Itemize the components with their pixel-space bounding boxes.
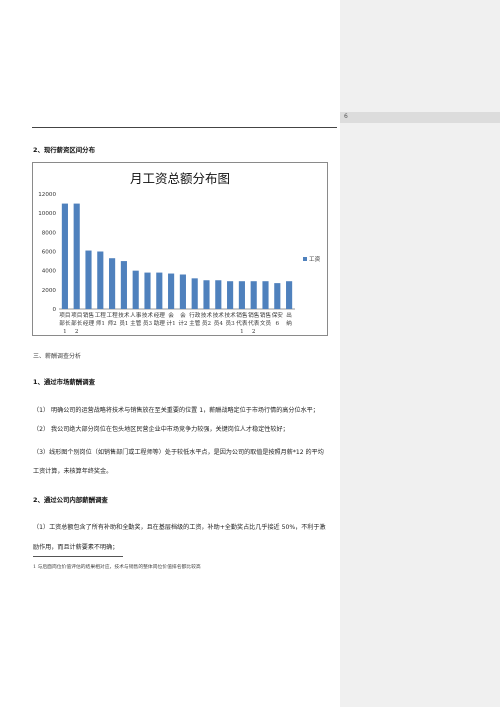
- x-tick-label: 6: [276, 321, 280, 327]
- internal-item-1: （1）工资总额包含了所有补助和全勤奖，且在基层档级的工资，补助+全勤奖占比几乎接…: [33, 524, 326, 531]
- y-tick-label: 12000: [38, 192, 56, 198]
- y-tick-label: 10000: [38, 211, 56, 217]
- bar: [73, 203, 80, 309]
- bar: [61, 203, 68, 309]
- x-tick-label: 1: [63, 329, 67, 335]
- x-tick-label: 1: [240, 329, 244, 335]
- comment-sidebar: [340, 0, 500, 707]
- x-tick-label: 师2: [108, 319, 118, 327]
- x-tick-label: 部长: [59, 319, 71, 327]
- x-tick-label: 会: [168, 311, 174, 319]
- x-tick-label: 主管: [189, 319, 201, 327]
- x-tick-label: 销售: [83, 311, 95, 319]
- y-tick-label: 0: [52, 307, 56, 313]
- x-tick-label: 工程: [95, 311, 107, 319]
- comment-marker-bar[interactable]: [340, 112, 500, 123]
- x-tick-label: 技术: [142, 311, 154, 319]
- market-item-3-continued: 工资计算，未核算年终奖金。: [33, 468, 113, 475]
- bar: [156, 272, 163, 309]
- x-tick-label: 纳: [286, 319, 292, 327]
- market-item-3: （3）线形图个别岗位（如销售部门或工程师等）处于较低水平点，是因为公司的取值是按…: [33, 449, 324, 456]
- x-tick-label: 工程: [106, 311, 118, 319]
- bar: [227, 281, 234, 309]
- monthly-salary-bar-chart: 020004000600080001000012000项目部长1项目部长2销售经…: [38, 192, 321, 335]
- x-tick-label: 部长: [71, 319, 83, 327]
- bar: [203, 280, 210, 309]
- footnote-rule: [33, 556, 123, 557]
- x-tick-label: 文员: [260, 319, 272, 327]
- section-heading-salary-distribution: 2、现行薪资区间分布: [33, 146, 95, 154]
- comment-marker-number: 6: [344, 113, 348, 120]
- document-page: 6 2、现行薪资区间分布 月工资总额分布图 0 2000 4000 6000 8000 1…: [0, 0, 500, 707]
- x-tick-label: 代表: [236, 319, 248, 327]
- bar: [238, 281, 245, 309]
- x-tick-label: 员2: [202, 320, 212, 327]
- bar: [168, 273, 175, 309]
- y-tick-label: 4000: [42, 269, 57, 275]
- x-tick-label: 师1: [96, 319, 105, 327]
- bar: [109, 258, 116, 309]
- x-tick-label: 计1: [167, 319, 176, 327]
- legend-swatch: [303, 257, 307, 261]
- x-tick-label: 员3: [143, 320, 153, 327]
- market-item-2: （2） 我公司绝大部分岗位在包头地区民营企业中市场竞争力较强，关键岗位人才稳定性…: [33, 426, 289, 433]
- section-heading-internal-survey: 2、通过公司内部薪酬调查: [33, 496, 108, 504]
- x-tick-label: 2: [252, 329, 256, 335]
- x-tick-label: 销售: [248, 311, 260, 319]
- x-tick-label: 人事: [130, 311, 142, 319]
- bar: [132, 270, 139, 309]
- bar: [250, 281, 257, 309]
- chart-container: 月工资总额分布图 0 2000 4000 6000 8000 10000 12000 项目 部长…: [32, 162, 328, 336]
- legend-label: 工资: [309, 255, 321, 263]
- bar: [215, 280, 222, 309]
- x-tick-label: 保安: [272, 311, 284, 319]
- x-tick-label: 2: [75, 329, 79, 335]
- x-tick-label: 经理: [154, 311, 166, 319]
- x-tick-label: 技术: [201, 311, 213, 319]
- bar: [179, 274, 186, 309]
- x-tick-label: 计2: [178, 319, 188, 327]
- bar: [262, 281, 269, 309]
- bar: [144, 272, 151, 309]
- x-tick-label: 技术: [224, 311, 236, 319]
- bar: [85, 250, 92, 309]
- x-tick-label: 助理: [154, 319, 166, 327]
- y-tick-label: 2000: [42, 288, 57, 294]
- x-tick-label: 技术: [213, 311, 225, 319]
- bar: [286, 281, 293, 309]
- bar: [97, 251, 104, 309]
- section-heading-market-survey: 1、通过市场薪酬调查: [33, 378, 95, 386]
- bar: [120, 261, 127, 309]
- x-tick-label: 会: [180, 311, 186, 319]
- section-note: 三、薪酬调查分析: [33, 353, 82, 360]
- y-tick-label: 6000: [42, 250, 57, 256]
- x-tick-label: 员4: [214, 320, 224, 327]
- x-tick-label: 员3: [226, 320, 236, 327]
- x-tick-label: 销售: [236, 311, 248, 319]
- x-tick-label: 项目: [59, 312, 70, 319]
- bar: [274, 283, 281, 309]
- bar: [191, 278, 198, 309]
- x-tick-label: 行政: [189, 311, 201, 319]
- market-item-1: （1） 明确公司的运营战略将技术与销售放在至关重要的位置 1，薪酬战略定位于市场…: [33, 407, 319, 414]
- x-tick-label: 代表: [248, 319, 260, 327]
- x-tick-label: 项目: [71, 312, 82, 319]
- x-tick-label: 员1: [119, 320, 128, 327]
- y-tick-label: 8000: [42, 230, 57, 236]
- x-tick-label: 出: [286, 311, 292, 319]
- x-tick-label: 经理: [83, 319, 95, 327]
- x-tick-label: 主管: [130, 319, 142, 327]
- header-rule: [32, 127, 337, 128]
- x-tick-label: 技术: [118, 311, 130, 319]
- footnote: 1 与后面岗位价值评估的结果相对应，技术与销售的整体岗位价值排名都比较高: [33, 565, 201, 570]
- internal-item-1-continued: 励作用，而且计薪要素不明确；: [33, 544, 119, 551]
- x-tick-label: 销售: [260, 311, 272, 319]
